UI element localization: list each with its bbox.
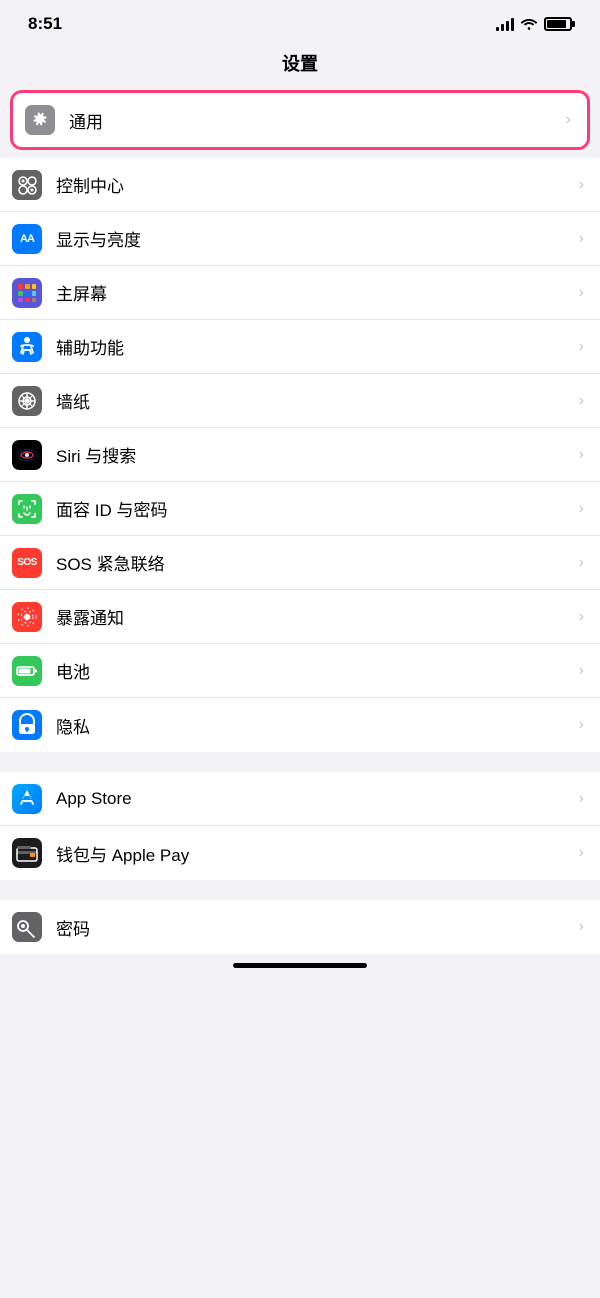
accessibility-icon	[12, 332, 42, 362]
sos-chevron: ›	[579, 554, 584, 572]
wallpaper-label: 墙纸	[56, 388, 571, 413]
settings-group-1: 控制中心 › AA 显示与亮度 › 主屏幕 ›	[0, 158, 600, 752]
settings-row-wallpaper[interactable]: 墙纸 ›	[0, 374, 600, 428]
battery-label: 电池	[56, 658, 571, 683]
homescreen-chevron: ›	[579, 284, 584, 302]
status-bar: 8:51	[0, 0, 600, 42]
wallet-chevron: ›	[579, 844, 584, 862]
general-chevron: ›	[566, 111, 571, 129]
settings-row-general[interactable]: 通用 ›	[13, 93, 587, 147]
highlighted-group: 通用 ›	[10, 90, 590, 150]
faceid-icon	[12, 494, 42, 524]
homescreen-icon	[12, 278, 42, 308]
wallet-icon	[12, 838, 42, 868]
signal-icon	[496, 17, 514, 31]
appstore-label: App Store	[56, 789, 571, 809]
settings-row-homescreen[interactable]: 主屏幕 ›	[0, 266, 600, 320]
settings-row-display[interactable]: AA 显示与亮度 ›	[0, 212, 600, 266]
passwords-chevron: ›	[579, 918, 584, 936]
status-time: 8:51	[28, 14, 62, 34]
siri-label: Siri 与搜索	[56, 442, 571, 467]
display-chevron: ›	[579, 230, 584, 248]
appstore-icon	[12, 784, 42, 814]
status-icons	[496, 17, 572, 31]
settings-group-2: App Store › 钱包与 Apple Pay ›	[0, 772, 600, 880]
page-title: 设置	[0, 42, 600, 90]
home-indicator	[233, 963, 367, 968]
exposure-chevron: ›	[579, 608, 584, 626]
general-label: 通用	[69, 108, 558, 133]
siri-chevron: ›	[579, 446, 584, 464]
settings-row-sos[interactable]: SOS SOS 紧急联络 ›	[0, 536, 600, 590]
settings-row-exposure[interactable]: 暴露通知 ›	[0, 590, 600, 644]
control-center-label: 控制中心	[56, 172, 571, 197]
display-icon: AA	[12, 224, 42, 254]
homescreen-label: 主屏幕	[56, 280, 571, 305]
accessibility-label: 辅助功能	[56, 334, 571, 359]
settings-row-battery[interactable]: 电池 ›	[0, 644, 600, 698]
passwords-label: 密码	[56, 915, 571, 940]
faceid-label: 面容 ID 与密码	[56, 496, 571, 521]
settings-row-wallet[interactable]: 钱包与 Apple Pay ›	[0, 826, 600, 880]
settings-row-accessibility[interactable]: 辅助功能 ›	[0, 320, 600, 374]
passwords-icon	[12, 912, 42, 942]
bottom-bar	[0, 954, 600, 984]
privacy-icon	[12, 710, 42, 740]
sos-icon: SOS	[12, 548, 42, 578]
appstore-chevron: ›	[579, 790, 584, 808]
sos-label: SOS 紧急联络	[56, 550, 571, 575]
wallpaper-chevron: ›	[579, 392, 584, 410]
battery-icon	[544, 17, 572, 31]
battery-chevron: ›	[579, 662, 584, 680]
privacy-label: 隐私	[56, 713, 571, 738]
settings-row-privacy[interactable]: 隐私 ›	[0, 698, 600, 752]
group-gap-1	[0, 752, 600, 772]
battery-settings-icon	[12, 656, 42, 686]
display-label: 显示与亮度	[56, 226, 571, 251]
settings-row-passwords[interactable]: 密码 ›	[0, 900, 600, 954]
settings-row-control-center[interactable]: 控制中心 ›	[0, 158, 600, 212]
wifi-icon	[520, 17, 538, 31]
exposure-icon	[12, 602, 42, 632]
settings-row-siri[interactable]: Siri 与搜索 ›	[0, 428, 600, 482]
control-center-icon	[12, 170, 42, 200]
settings-row-appstore[interactable]: App Store ›	[0, 772, 600, 826]
general-icon	[25, 105, 55, 135]
wallpaper-icon	[12, 386, 42, 416]
settings-group-3: 密码 ›	[0, 900, 600, 954]
group-gap-2	[0, 880, 600, 900]
accessibility-chevron: ›	[579, 338, 584, 356]
wallet-label: 钱包与 Apple Pay	[56, 841, 571, 866]
exposure-label: 暴露通知	[56, 604, 571, 629]
faceid-chevron: ›	[579, 500, 584, 518]
privacy-chevron: ›	[579, 716, 584, 734]
siri-icon	[12, 440, 42, 470]
control-center-chevron: ›	[579, 176, 584, 194]
settings-row-faceid[interactable]: 面容 ID 与密码 ›	[0, 482, 600, 536]
